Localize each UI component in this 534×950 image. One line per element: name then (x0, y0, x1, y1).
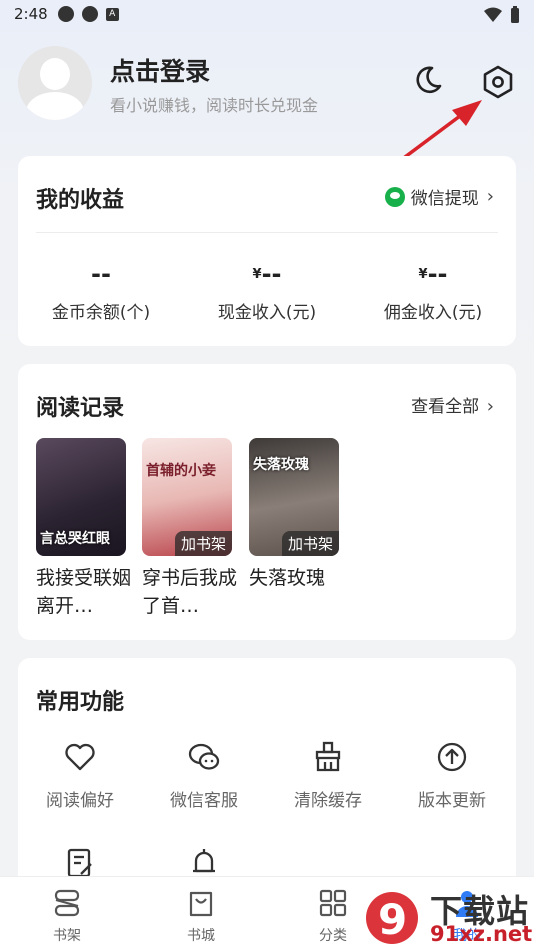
wifi-icon (484, 7, 502, 22)
svg-text:9: 9 (378, 895, 407, 944)
book-cover[interactable]: 首辅的小妾 加书架 (142, 438, 232, 556)
records-title: 阅读记录 (36, 396, 125, 421)
app-notification-icon (81, 6, 98, 22)
function-label: 微信客服 (170, 791, 238, 811)
cover-title: 首辅的小妾 (146, 463, 216, 479)
bag-icon (189, 891, 213, 917)
heart-icon (65, 743, 95, 771)
chevron-right-icon: › (481, 396, 494, 417)
stat-label: 现金收入(元) (217, 303, 317, 323)
site-watermark: 9 下载站 91xz.net (362, 884, 534, 950)
battery-icon (511, 6, 519, 23)
tab-label: 书架 (53, 928, 81, 944)
avatar[interactable] (18, 46, 92, 120)
wechat-withdraw-link[interactable]: 微信提现 › (384, 184, 494, 209)
book-title[interactable]: 失落玫瑰 (249, 564, 345, 592)
stat-label: 金币余额(个) (51, 303, 151, 323)
wechat-service-button[interactable]: 微信客服 (142, 740, 266, 811)
stat-value: -- (427, 260, 448, 288)
bell-icon (193, 849, 215, 873)
tab-label: 书城 (187, 928, 215, 944)
cover-title: 言总哭红眼 (40, 531, 110, 547)
earnings-title: 我的收益 (36, 188, 125, 213)
chevron-right-icon: › (486, 186, 494, 207)
see-all-link[interactable]: 查看全部 › (411, 392, 494, 417)
earnings-card: 我的收益 微信提现 › -- 金币余额(个) ¥-- 现金收入(元) ¥-- 佣… (18, 156, 516, 346)
tab-bookstore[interactable]: 书城 (134, 887, 268, 945)
tab-bookshelf[interactable]: 书架 (0, 887, 134, 945)
book-cover[interactable]: 失落玫瑰 加书架 (249, 438, 339, 556)
watermark-logo-icon: 9 (366, 892, 418, 944)
version-update-button[interactable]: 版本更新 (390, 740, 514, 811)
book-title[interactable]: 我接受联姻离开… (36, 564, 132, 620)
login-title[interactable]: 点击登录 (110, 52, 210, 88)
book-item[interactable]: 首辅的小妾 加书架 穿书后我成了首… (142, 438, 237, 620)
withdraw-label: 微信提现 (410, 189, 479, 209)
status-bar: 2:48 A (0, 0, 534, 28)
watermark-url: 91xz.net (430, 922, 533, 946)
settings-gear-icon[interactable] (480, 64, 516, 100)
broom-icon (315, 741, 341, 772)
notification-letter-icon: A (105, 7, 119, 21)
reading-preference-button[interactable]: 阅读偏好 (18, 740, 142, 811)
book-item[interactable]: 失落玫瑰 加书架 失落玫瑰 (249, 438, 339, 592)
book-title[interactable]: 穿书后我成了首… (142, 564, 238, 620)
add-to-shelf-tag[interactable]: 加书架 (281, 531, 339, 556)
book-cover[interactable]: 言总哭红眼 (36, 438, 126, 556)
upload-cloud-icon (437, 742, 467, 772)
stat-label: 佣金收入(元) (383, 303, 483, 323)
function-label: 阅读偏好 (46, 791, 114, 811)
status-time: 2:48 (14, 5, 48, 23)
clear-cache-button[interactable]: 清除缓存 (266, 740, 390, 811)
divider (36, 232, 498, 233)
stat-commission-income[interactable]: ¥-- 佣金收入(元) (350, 256, 516, 323)
status-indicators (484, 6, 520, 24)
functions-title: 常用功能 (36, 690, 125, 715)
app-notification-icon (57, 6, 74, 22)
reading-records-card: 阅读记录 查看全部 › 言总哭红眼 我接受联姻离开… 首辅的小妾 加书架 穿书后… (18, 364, 516, 640)
stat-coin-balance[interactable]: -- 金币余额(个) (18, 256, 184, 323)
add-to-shelf-tag[interactable]: 加书架 (174, 531, 232, 556)
bookshelf-icon (54, 889, 80, 917)
stat-value: -- (91, 260, 111, 288)
moon-icon[interactable] (412, 64, 444, 96)
wechat-icon (384, 186, 405, 207)
function-label: 清除缓存 (294, 791, 362, 811)
book-item[interactable]: 言总哭红眼 我接受联姻离开… (36, 438, 131, 620)
cover-title: 失落玫瑰 (253, 457, 309, 473)
login-subtitle: 看小说赚钱，阅读时长兑现金 (110, 96, 319, 115)
grid-icon (319, 889, 347, 917)
stat-cash-income[interactable]: ¥-- 现金收入(元) (184, 256, 350, 323)
profile-header: 点击登录 看小说赚钱，阅读时长兑现金 (18, 46, 518, 122)
stat-value: -- (261, 260, 282, 288)
function-label: 版本更新 (418, 791, 486, 811)
note-edit-icon (67, 848, 92, 878)
wechat-icon (188, 743, 220, 770)
